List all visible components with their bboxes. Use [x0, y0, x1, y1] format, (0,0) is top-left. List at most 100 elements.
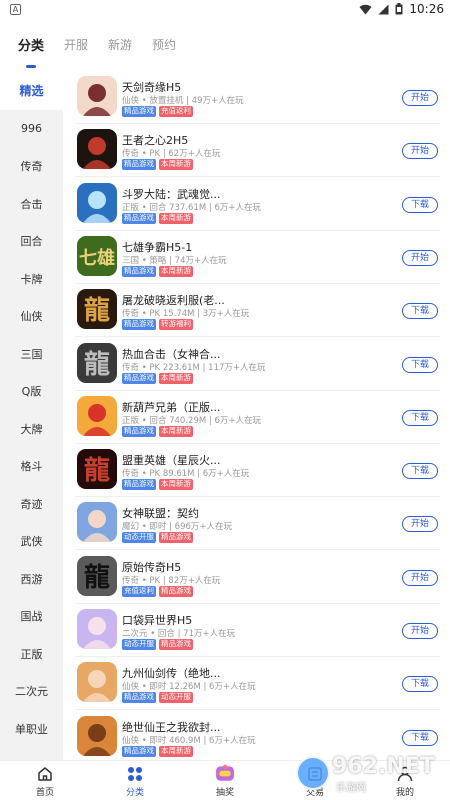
game-icon[interactable] — [77, 76, 117, 116]
nav-profile[interactable]: 我的 — [360, 761, 450, 800]
svg-text:龍: 龍 — [84, 562, 110, 593]
svg-text:七雄: 七雄 — [79, 247, 115, 269]
tag-badge: 精品游戏 — [159, 532, 193, 544]
sidebar-item[interactable]: 大牌 — [0, 410, 63, 448]
game-row[interactable]: 口袋异世界H5 二次元 • 回合 | 71万+人在玩 动态开服 精品游戏 开始 — [75, 604, 440, 657]
game-icon[interactable] — [77, 609, 117, 649]
game-meta: 仙侠 • 即时 12.26M | 6万+人在玩 — [122, 682, 256, 693]
sidebar-item[interactable]: 二次元 — [0, 673, 63, 711]
sidebar-item[interactable]: 三国 — [0, 335, 63, 373]
game-tags: 充值返利 精品游戏 — [122, 585, 193, 597]
game-row[interactable]: 天剑奇缘H5 仙侠 • 放置挂机 | 49万+人在玩 精品游戏 充值返利 开始 — [75, 71, 440, 124]
download-button[interactable]: 下载 — [402, 729, 438, 746]
game-row[interactable]: 七雄 七雄争霸H5-1 三国 • 策略 | 74万+人在玩 精品游戏 本周新游 开始 — [75, 231, 440, 284]
game-icon[interactable]: 龍 — [77, 342, 117, 383]
nav-category[interactable]: 分类 — [90, 761, 180, 800]
game-icon[interactable] — [77, 662, 117, 703]
game-meta: 三国 • 策略 | 74万+人在玩 — [122, 255, 227, 266]
start-button[interactable]: 开始 — [402, 143, 438, 160]
nav-home[interactable]: 首页 — [0, 761, 90, 800]
download-button[interactable]: 下载 — [402, 356, 438, 373]
category-sidebar: 精选996传奇合击回合卡牌仙侠三国Q版大牌格斗奇迹武侠西游国战正版二次元单职业P… — [0, 70, 63, 760]
game-title: 天剑奇缘H5 — [122, 81, 182, 94]
game-icon[interactable] — [77, 502, 117, 543]
game-row[interactable]: 绝世仙王之我欲封... 仙侠 • 即时 460.9M | 6万+人在玩 精品游戏 本周… — [75, 711, 440, 760]
download-button[interactable]: 下载 — [402, 196, 438, 213]
sidebar-item[interactable]: PK — [0, 748, 63, 761]
tag-badge: 精品游戏 — [122, 479, 156, 491]
sidebar-item[interactable]: 回合 — [0, 223, 63, 261]
tab-reservation[interactable]: 预约 — [152, 34, 176, 53]
sidebar-item[interactable]: 精选 — [0, 70, 63, 110]
sidebar-item[interactable]: 单职业 — [0, 710, 63, 748]
download-button[interactable]: 下载 — [402, 303, 438, 320]
tag-badge: 精品游戏 — [159, 585, 193, 597]
game-tags: 精品游戏 本周新游 — [122, 479, 193, 491]
tag-badge: 精品游戏 — [122, 265, 156, 277]
nav-lottery[interactable]: 抽奖 — [180, 761, 270, 800]
signal-icon — [378, 4, 389, 14]
nav-label: 我的 — [395, 788, 414, 798]
tab-open-server[interactable]: 开服 — [64, 34, 88, 53]
download-button[interactable]: 下载 — [402, 409, 438, 426]
game-row[interactable]: 王者之心2H5 传奇 • PK | 62万+人在玩 精品游戏 本周新游 开始 — [75, 124, 440, 178]
game-title: 绝世仙王之我欲封... — [122, 720, 221, 734]
sidebar-item[interactable]: 西游 — [0, 560, 63, 598]
start-button[interactable]: 开始 — [402, 569, 438, 586]
game-icon[interactable] — [77, 715, 117, 756]
nav-label: 首页 — [35, 788, 54, 798]
game-tags: 精品游戏 动态开服 — [122, 692, 193, 704]
sidebar-item[interactable]: 奇迹 — [0, 485, 63, 523]
sidebar-item[interactable]: 传奇 — [0, 148, 63, 186]
sidebar-item[interactable]: 卡牌 — [0, 260, 63, 298]
nav-label: 交易 — [305, 788, 324, 798]
game-icon[interactable] — [77, 395, 117, 436]
game-row[interactable]: 龍屠龙破晓返利服(老... 传奇 • PK 15.74M | 3万+人在玩 精品游戏… — [75, 284, 440, 338]
game-icon[interactable]: 龍 — [77, 555, 117, 596]
game-row[interactable]: 女神联盟：契约 魔幻 • 即时 | 696万+人在玩 动态开服 精品游戏 开始 — [75, 497, 440, 551]
tab-label: 开服 — [64, 37, 89, 52]
game-tags: 精品游戏 本周新游 — [122, 159, 193, 171]
download-button[interactable]: 下载 — [402, 463, 438, 480]
game-title: 斗罗大陆：武魂觉... — [122, 187, 221, 201]
sidebar-item[interactable]: 武侠 — [0, 523, 63, 561]
game-icon[interactable] — [77, 182, 117, 223]
start-button[interactable]: 开始 — [402, 249, 438, 266]
game-row[interactable]: 龍热血合击（女神合... 传奇 • PK 223.61M | 117万+人在玩 精品… — [75, 338, 440, 391]
game-icon[interactable]: 龍 — [77, 289, 117, 330]
svg-text:龍: 龍 — [84, 295, 110, 326]
sidebar-item[interactable]: 正版 — [0, 635, 63, 673]
game-icon[interactable] — [77, 129, 117, 170]
game-row[interactable]: 九州仙剑传（绝地... 仙侠 • 即时 12.26M | 6万+人在玩 精品游戏 动态… — [75, 657, 440, 711]
sidebar-item[interactable]: 合击 — [0, 185, 63, 223]
sidebar-item[interactable]: Q版 — [0, 373, 63, 411]
tag-badge: 本周新游 — [159, 425, 193, 437]
start-button[interactable]: 开始 — [402, 516, 438, 533]
start-button[interactable]: 开始 — [402, 90, 438, 106]
sidebar-item[interactable]: 国战 — [0, 598, 63, 636]
sidebar-item[interactable]: 996 — [0, 110, 63, 148]
sidebar-item[interactable]: 格斗 — [0, 448, 63, 486]
game-meta: 魔幻 • 即时 | 696万+人在玩 — [122, 522, 233, 533]
tag-badge: 动态开服 — [122, 639, 156, 650]
grid-icon — [128, 767, 142, 781]
game-row[interactable]: 龍原始传奇H5 传奇 • PK | 82万+人在玩 充值返利 精品游戏 开始 — [75, 551, 440, 604]
tag-badge: 精品游戏 — [122, 212, 156, 224]
download-button[interactable]: 下载 — [402, 676, 438, 693]
tag-badge: 精品游戏 — [159, 639, 193, 650]
tab-category[interactable]: 分类 — [18, 33, 44, 68]
tab-new-games[interactable]: 新游 — [108, 34, 132, 53]
tag-badge: 精品游戏 — [122, 745, 156, 757]
wifi-icon — [359, 4, 372, 14]
status-bar: A 10:26 — [0, 0, 450, 20]
nav-trade[interactable]: 交易 — [270, 761, 360, 800]
game-row[interactable]: 斗罗大陆：武魂觉... 正版 • 回合 737.61M | 6万+人在玩 精品游戏本… — [75, 178, 440, 231]
game-icon[interactable]: 七雄 — [77, 235, 117, 276]
tag-badge: 精品游戏 — [122, 106, 156, 117]
game-row[interactable]: 新葫芦兄弟（正版... 正版 • 回合 740.29M | 6万+人在玩 精品游戏本… — [75, 391, 440, 444]
game-row[interactable]: 龍盟重英雄（星辰火... 传奇 • PK 89.61M | 6万+人在玩 精品游戏本… — [75, 444, 440, 498]
game-icon[interactable]: 龍 — [77, 449, 117, 490]
sidebar-item[interactable]: 仙侠 — [0, 298, 63, 336]
start-button[interactable]: 开始 — [402, 623, 438, 639]
tag-badge: 精品游戏 — [122, 319, 156, 331]
